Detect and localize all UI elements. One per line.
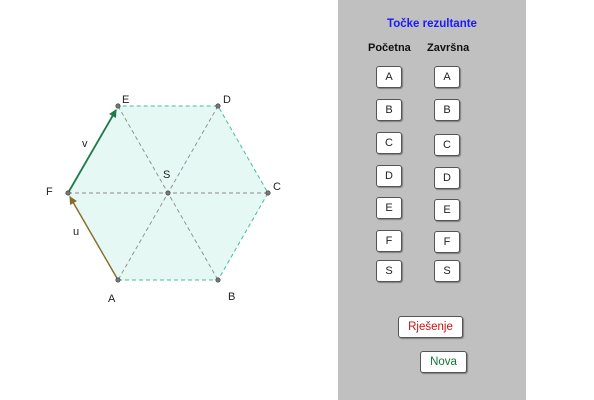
- start-point-button-f[interactable]: F: [376, 230, 402, 252]
- start-point-button-d[interactable]: D: [376, 165, 402, 187]
- start-column-header: Početna: [368, 42, 411, 54]
- new-button[interactable]: Nova: [420, 351, 467, 373]
- point-e: [115, 103, 121, 109]
- label-v: v: [82, 138, 88, 150]
- start-point-button-e[interactable]: E: [376, 197, 402, 219]
- point-b: [215, 277, 221, 283]
- label-f: F: [46, 186, 53, 198]
- end-point-button-s[interactable]: S: [434, 260, 460, 282]
- panel-title: Točke rezultante: [387, 18, 477, 30]
- end-point-button-a[interactable]: A: [434, 66, 460, 88]
- point-c: [265, 190, 271, 196]
- label-e: E: [122, 94, 129, 106]
- end-point-button-e[interactable]: E: [434, 199, 460, 221]
- end-point-button-c[interactable]: C: [434, 134, 460, 156]
- start-point-button-c[interactable]: C: [376, 132, 402, 154]
- point-s: [165, 190, 171, 196]
- end-point-button-d[interactable]: D: [434, 167, 460, 189]
- point-f: [65, 190, 71, 196]
- point-d: [215, 103, 221, 109]
- start-point-button-s[interactable]: S: [376, 260, 402, 282]
- end-column-header: Završna: [427, 42, 470, 54]
- point-a: [115, 277, 121, 283]
- control-panel: Točke rezultante Početna Završna A B C D…: [338, 0, 526, 400]
- geometry-canvas: A B C D E F S v u: [46, 94, 281, 305]
- start-point-button-b[interactable]: B: [376, 99, 402, 121]
- label-d: D: [223, 94, 231, 106]
- end-point-button-f[interactable]: F: [434, 231, 460, 253]
- label-a: A: [108, 293, 116, 305]
- label-s: S: [163, 169, 170, 181]
- label-c: C: [273, 181, 281, 193]
- label-u: u: [73, 226, 79, 238]
- end-point-button-b[interactable]: B: [434, 99, 460, 121]
- label-b: B: [228, 291, 235, 303]
- solution-button[interactable]: Rješenje: [398, 316, 463, 338]
- start-point-button-a[interactable]: A: [376, 66, 402, 88]
